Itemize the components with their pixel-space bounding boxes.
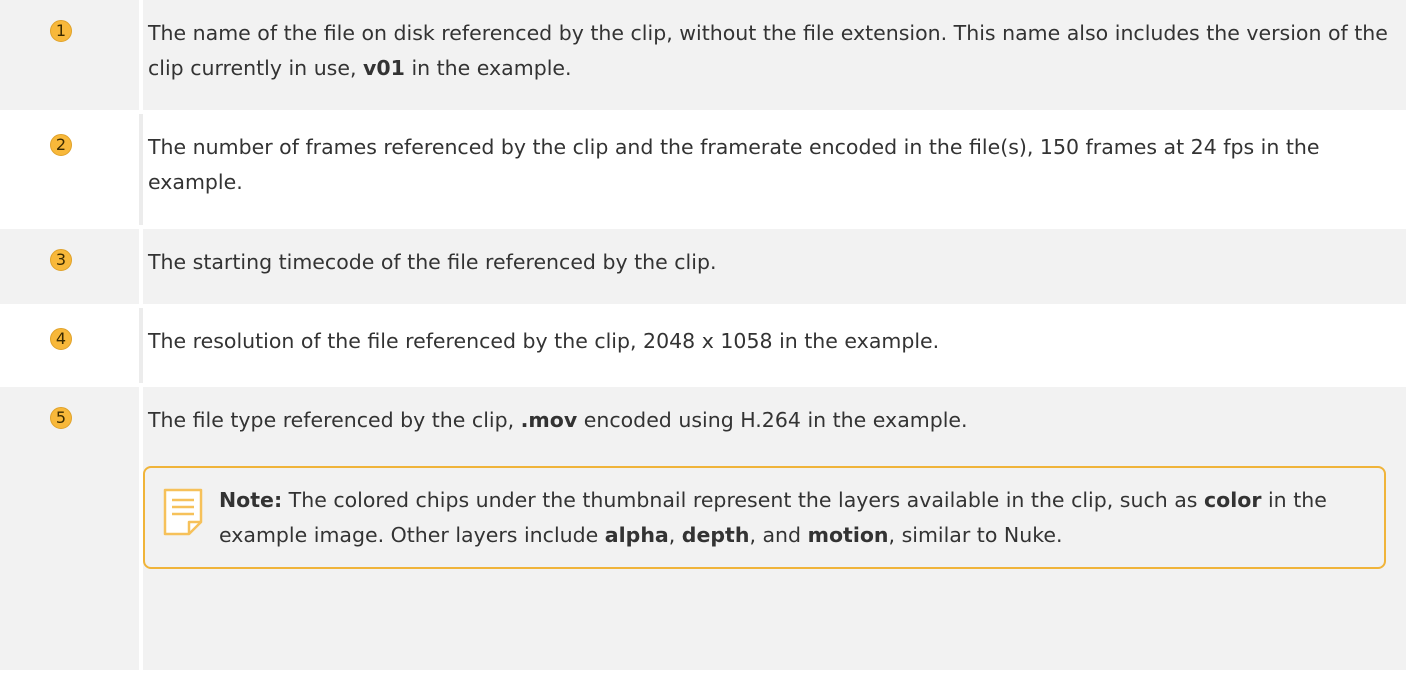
description-bold: .mov — [520, 408, 578, 432]
note-text: , similar to Nuke. — [888, 523, 1063, 547]
table-row: 1 The name of the file on disk reference… — [0, 0, 1406, 114]
description-cell: The resolution of the file referenced by… — [148, 329, 940, 353]
note-icon — [163, 488, 203, 536]
callout-badge: 4 — [50, 328, 72, 350]
note-bold: motion — [807, 523, 889, 547]
table-row: 5 The file type referenced by the clip, … — [0, 387, 1406, 674]
table-row: 3 The starting timecode of the file refe… — [0, 229, 1406, 308]
callout-badge: 5 — [50, 407, 72, 429]
description-text: The file type referenced by the clip, — [148, 408, 521, 432]
callout-table: 1 The name of the file on disk reference… — [0, 0, 1406, 674]
note-box: Note: The colored chips under the thumbn… — [143, 466, 1386, 569]
table-row: 2 The number of frames referenced by the… — [0, 114, 1406, 229]
description-cell: The number of frames referenced by the c… — [148, 135, 1320, 194]
description-text: in the example. — [404, 56, 572, 80]
description-bold: v01 — [363, 56, 405, 80]
note-bold: depth — [681, 523, 750, 547]
number-cell: 2 — [0, 114, 143, 225]
description-cell: The starting timecode of the file refere… — [148, 250, 717, 274]
description-cell: The name of the file on disk referenced … — [143, 0, 1406, 110]
callout-badge: 2 — [50, 134, 72, 156]
note-bold: alpha — [604, 523, 669, 547]
number-cell: 3 — [0, 229, 143, 304]
note-label: Note: — [219, 488, 283, 512]
description-cell: The file type referenced by the clip, .m… — [143, 387, 1406, 670]
number-cell: 4 — [0, 308, 143, 383]
number-cell: 1 — [0, 0, 143, 110]
number-cell: 5 — [0, 387, 143, 670]
note-text: , — [668, 523, 682, 547]
table-row: 4 The resolution of the file referenced … — [0, 308, 1406, 387]
description-text: encoded using H.264 in the example. — [577, 408, 968, 432]
callout-badge: 1 — [50, 20, 72, 42]
description-text: The name of the file on disk referenced … — [148, 21, 1388, 80]
callout-badge: 3 — [50, 249, 72, 271]
description-line: The file type referenced by the clip, .m… — [148, 403, 1406, 438]
note-bold: color — [1204, 488, 1262, 512]
note-text: The colored chips under the thumbnail re… — [282, 488, 1204, 512]
note-text: , and — [749, 523, 808, 547]
